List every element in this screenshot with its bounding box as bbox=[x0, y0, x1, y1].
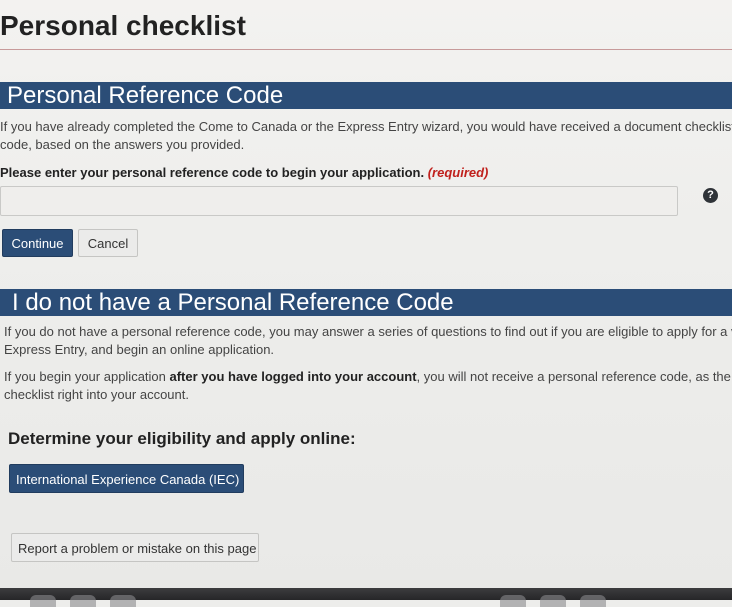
cancel-button[interactable]: Cancel bbox=[78, 229, 138, 257]
reference-description-line2: code, based on the answers you provided. bbox=[0, 137, 245, 152]
dock-app-icon[interactable] bbox=[580, 595, 606, 607]
no-code-section-heading: I do not have a Personal Reference Code bbox=[0, 289, 732, 316]
continue-button[interactable]: Continue bbox=[2, 229, 73, 257]
help-icon[interactable]: ? bbox=[703, 188, 718, 203]
no-code-para1-line2: Express Entry, and begin an online appli… bbox=[4, 342, 275, 357]
reference-description-line1: If you have already completed the Come t… bbox=[0, 119, 732, 134]
iec-button[interactable]: International Experience Canada (IEC) bbox=[9, 464, 244, 493]
reference-code-input[interactable] bbox=[0, 186, 678, 216]
required-indicator: (required) bbox=[427, 165, 489, 180]
no-code-para2-suffix: , you will not receive a personal refere… bbox=[416, 369, 732, 384]
no-code-para2-line2: checklist right into your account. bbox=[4, 387, 189, 402]
reference-section-heading: Personal Reference Code bbox=[0, 82, 732, 109]
dock-app-icon[interactable] bbox=[540, 595, 566, 607]
report-problem-button[interactable]: Report a problem or mistake on this page bbox=[11, 533, 259, 562]
dock-app-icon[interactable] bbox=[500, 595, 526, 607]
no-code-para1-line1: If you do not have a personal reference … bbox=[4, 324, 732, 339]
title-divider bbox=[0, 49, 732, 50]
dock-app-icon[interactable] bbox=[30, 595, 56, 607]
dock-app-icon[interactable] bbox=[110, 595, 136, 607]
page-title: Personal checklist bbox=[0, 10, 246, 41]
no-code-para2-line1: If you begin your application after you … bbox=[4, 368, 732, 386]
no-code-para2-prefix: If you begin your application bbox=[4, 369, 170, 384]
reference-code-label-text: Please enter your personal reference cod… bbox=[0, 165, 425, 180]
page: Personal checklist Personal Reference Co… bbox=[0, 0, 732, 588]
dock-app-icon[interactable] bbox=[70, 595, 96, 607]
reference-code-label: Please enter your personal reference cod… bbox=[0, 165, 488, 180]
no-code-para2-bold: after you have logged into your account bbox=[169, 369, 417, 384]
eligibility-heading: Determine your eligibility and apply onl… bbox=[8, 429, 356, 448]
